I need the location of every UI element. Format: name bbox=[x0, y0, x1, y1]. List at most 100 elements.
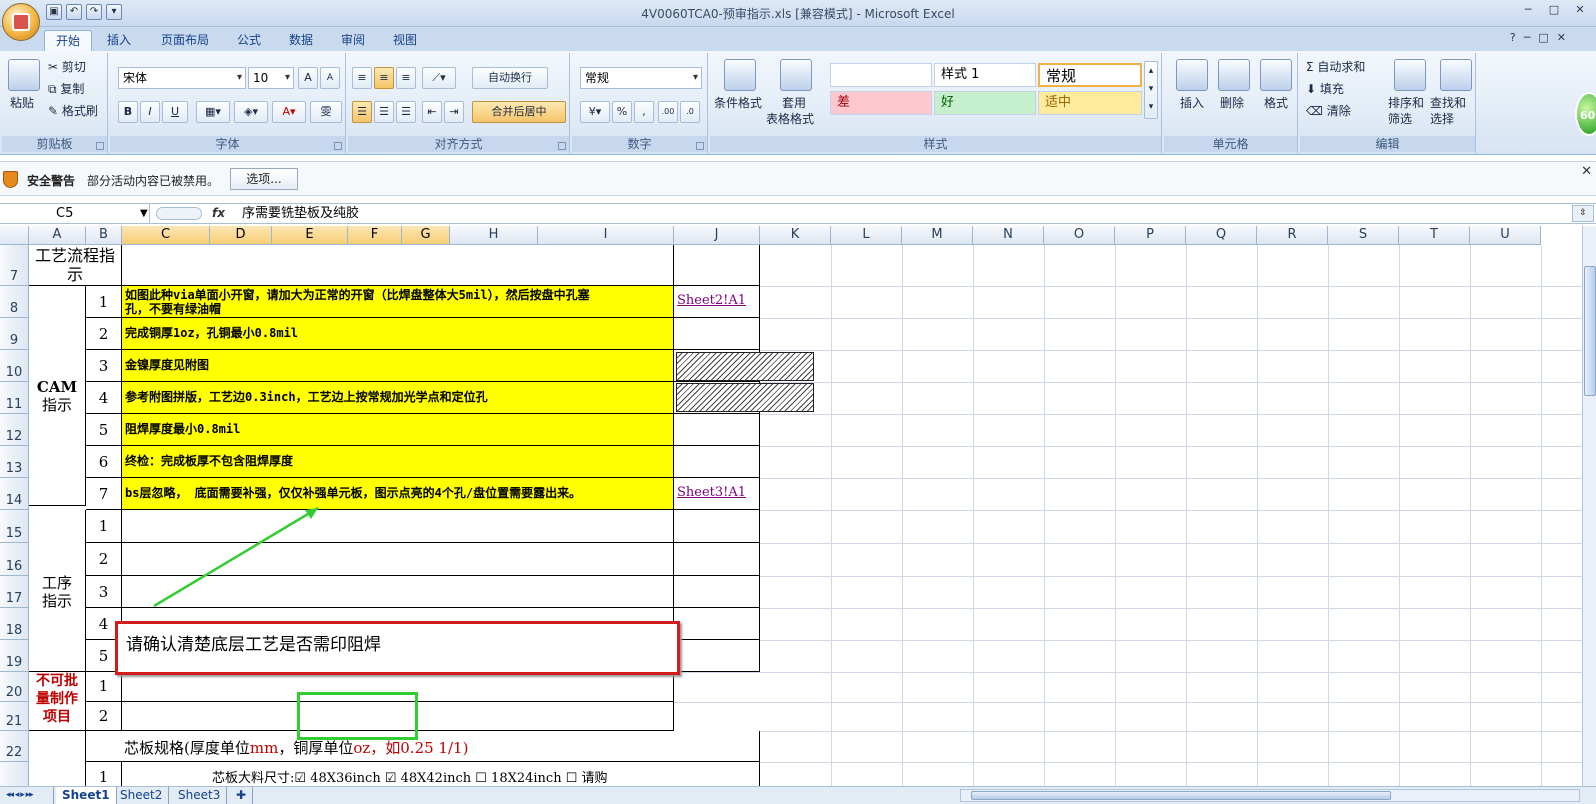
column-header[interactable]: N bbox=[973, 226, 1044, 245]
increase-indent-button[interactable]: ⇥ bbox=[444, 101, 464, 123]
column-header[interactable]: L bbox=[831, 226, 902, 245]
close-icon[interactable]: ✕ bbox=[1581, 164, 1592, 179]
column-header[interactable]: S bbox=[1328, 226, 1399, 245]
tab-review[interactable]: 审阅 bbox=[330, 30, 376, 51]
format-painter-button[interactable]: ✎ 格式刷 bbox=[48, 103, 98, 119]
fill-color-button[interactable]: ◈▾ bbox=[234, 101, 268, 123]
vertical-scrollbar[interactable] bbox=[1582, 226, 1596, 786]
binoculars-icon[interactable] bbox=[1440, 59, 1472, 91]
core-no-cell[interactable]: 1 bbox=[86, 762, 122, 786]
row-header[interactable]: 22 bbox=[0, 731, 29, 762]
grow-font-button[interactable]: A bbox=[298, 67, 318, 89]
column-header[interactable]: T bbox=[1399, 226, 1470, 245]
expand-formula-bar-icon[interactable]: ⇳ bbox=[1572, 205, 1594, 222]
sheet-tab-sheet1[interactable]: Sheet1 bbox=[56, 787, 117, 804]
conditional-format-button[interactable]: 条件格式 bbox=[714, 95, 762, 111]
align-top-button[interactable]: ≡ bbox=[352, 67, 372, 89]
style-normal[interactable]: 常规 bbox=[1038, 63, 1142, 87]
font-launcher-icon[interactable] bbox=[334, 142, 342, 150]
find-select-button-line2[interactable]: 选择 bbox=[1430, 111, 1454, 127]
phonetic-button[interactable]: 雯 bbox=[310, 101, 342, 123]
doc-minimize-icon[interactable]: ─ bbox=[1524, 31, 1531, 44]
tab-formulas[interactable]: 公式 bbox=[226, 30, 272, 51]
column-header[interactable]: R bbox=[1257, 226, 1328, 245]
align-left-button[interactable]: ☰ bbox=[352, 101, 372, 123]
decrease-decimal-button[interactable]: .0 bbox=[680, 101, 700, 123]
style-bad[interactable]: 差 bbox=[830, 91, 932, 115]
style-neutral[interactable]: 适中 bbox=[1038, 91, 1142, 115]
sort-filter-button-line1[interactable]: 排序和 bbox=[1388, 95, 1424, 111]
office-button[interactable] bbox=[2, 3, 40, 41]
autosum-button[interactable]: Σ 自动求和 bbox=[1306, 59, 1365, 75]
font-size-combo[interactable]: 10 bbox=[248, 67, 294, 89]
tab-page-layout[interactable]: 页面布局 bbox=[150, 30, 220, 51]
fill-button[interactable]: ⬇ 填充 bbox=[1306, 81, 1344, 97]
row-header[interactable]: 20 bbox=[0, 672, 29, 702]
maximize-button[interactable]: □ bbox=[1542, 2, 1566, 20]
row-header[interactable] bbox=[0, 762, 29, 786]
column-header[interactable]: Q bbox=[1186, 226, 1257, 245]
font-color-button[interactable]: A▾ bbox=[272, 101, 306, 123]
table-format-button-line1[interactable]: 套用 bbox=[782, 95, 806, 111]
alignment-launcher-icon[interactable] bbox=[558, 142, 566, 150]
scroll-thumb[interactable] bbox=[971, 791, 1391, 800]
sheet-tab-sheet2[interactable]: Sheet2 bbox=[114, 787, 170, 804]
bold-button[interactable]: B bbox=[118, 101, 138, 123]
nonbatch-label-cell[interactable]: 不可批 量制作 项目 bbox=[29, 672, 86, 731]
options-button[interactable]: 选项... bbox=[230, 168, 298, 190]
table-format-button-line2[interactable]: 表格格式 bbox=[766, 111, 814, 127]
doc-restore-icon[interactable]: □ bbox=[1538, 31, 1548, 44]
number-format-combo[interactable]: 常规 bbox=[580, 67, 702, 89]
italic-button[interactable]: I bbox=[140, 101, 160, 123]
shrink-font-button[interactable]: A bbox=[320, 67, 340, 89]
font-name-combo[interactable]: 宋体 bbox=[118, 67, 246, 89]
tab-view[interactable]: 视图 bbox=[382, 30, 428, 51]
sheet-tab-sheet3[interactable]: Sheet3 bbox=[172, 787, 228, 804]
number-launcher-icon[interactable] bbox=[696, 142, 704, 150]
underline-button[interactable]: U bbox=[162, 101, 188, 123]
insert-cells-button[interactable]: 插入 bbox=[1180, 95, 1204, 111]
delete-cells-icon[interactable] bbox=[1218, 59, 1250, 91]
currency-button[interactable]: ¥▾ bbox=[580, 101, 610, 123]
sort-filter-icon[interactable] bbox=[1394, 59, 1426, 91]
delete-cells-button[interactable]: 删除 bbox=[1220, 95, 1244, 111]
align-middle-button[interactable]: ≡ bbox=[374, 67, 394, 89]
clipboard-launcher-icon[interactable] bbox=[96, 142, 104, 150]
scroll-thumb[interactable] bbox=[1584, 266, 1596, 396]
minimize-button[interactable]: ─ bbox=[1516, 2, 1540, 20]
orientation-button[interactable]: ⟋▾ bbox=[422, 67, 456, 89]
format-cells-button[interactable]: 格式 bbox=[1264, 95, 1288, 111]
column-header[interactable]: P bbox=[1115, 226, 1186, 245]
style-blank[interactable] bbox=[830, 63, 932, 87]
align-bottom-button[interactable]: ≡ bbox=[396, 67, 416, 89]
worksheet-grid[interactable]: A B C D E F G H I J K L M N O P Q R S T … bbox=[0, 226, 1582, 786]
row-header[interactable]: 21 bbox=[0, 702, 29, 731]
conditional-format-icon[interactable] bbox=[724, 59, 756, 91]
nonbatch-no-cell[interactable]: 1 bbox=[86, 672, 122, 702]
column-header[interactable]: U bbox=[1470, 226, 1541, 245]
core-spec-cell[interactable]: 芯板规格(厚度单位mm，铜厚单位oz，如0.25 1/1) bbox=[86, 731, 760, 762]
wrap-text-button[interactable]: 自动换行 bbox=[472, 67, 548, 89]
chevron-down-icon[interactable]: ▼ bbox=[140, 204, 148, 223]
align-center-button[interactable]: ☰ bbox=[374, 101, 394, 123]
borders-button[interactable]: ▦▾ bbox=[196, 101, 230, 123]
horizontal-scrollbar[interactable] bbox=[960, 789, 1580, 802]
column-header[interactable]: K bbox=[760, 226, 831, 245]
nonbatch-no-cell[interactable]: 2 bbox=[86, 702, 122, 731]
close-button[interactable]: ✕ bbox=[1568, 2, 1592, 20]
help-icon[interactable]: ? bbox=[1510, 31, 1516, 44]
insert-function-icon[interactable]: fx bbox=[212, 204, 225, 223]
cut-button[interactable]: ✂ 剪切 bbox=[48, 59, 86, 75]
insert-sheet-icon[interactable]: ✚ bbox=[230, 787, 254, 804]
cell-a22[interactable] bbox=[29, 731, 86, 786]
formula-input[interactable]: 序需要铣垫板及纯胶 bbox=[242, 204, 359, 223]
increase-decimal-button[interactable]: .00 bbox=[658, 101, 678, 123]
clear-button[interactable]: ⌫ 清除 bbox=[1306, 103, 1351, 119]
style-1[interactable]: 样式 1 bbox=[934, 63, 1036, 87]
column-header[interactable]: O bbox=[1044, 226, 1115, 245]
decrease-indent-button[interactable]: ⇤ bbox=[422, 101, 442, 123]
copy-button[interactable]: ⧉ 复制 bbox=[48, 81, 84, 97]
sort-filter-button-line2[interactable]: 筛选 bbox=[1388, 111, 1412, 127]
tab-data[interactable]: 数据 bbox=[278, 30, 324, 51]
format-cells-icon[interactable] bbox=[1260, 59, 1292, 91]
